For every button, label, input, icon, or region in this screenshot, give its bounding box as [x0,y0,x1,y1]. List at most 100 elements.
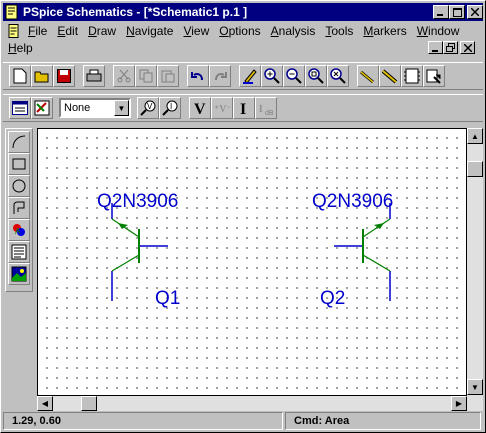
undo-icon [191,72,203,81]
text-box-button[interactable] [8,241,30,263]
current-probe-icon: I [162,100,178,116]
menu-label: ptions [228,23,261,38]
menu-navigate[interactable]: Navigate [121,24,178,38]
symbol-edit-icon [34,100,50,116]
save-disk-icon [57,69,71,83]
scroll-down-button[interactable]: ▼ [467,379,483,395]
transistor-q2[interactable]: Q2N3906 Q2 [312,191,393,309]
transistor-q1[interactable]: Q2N3906 Q1 [97,191,180,309]
window-title: PSpice Schematics - [*Schematic1 p.1 ] [23,5,248,19]
zoom-out-button[interactable] [283,65,305,87]
image-button[interactable] [8,263,30,285]
arrow-down-icon: ▼ [471,382,479,392]
menu-accelerator: D [88,23,97,38]
block-icon [404,68,420,84]
scroll-up-button[interactable]: ▲ [467,128,483,144]
emitter-lead [362,218,391,238]
mdi-restore-button[interactable] [443,41,458,54]
copy-icon [139,69,153,83]
minimize-button[interactable] [433,5,449,19]
zoom-in-icon [264,68,280,84]
menu-accelerator: W [416,23,429,38]
attributes-icon [12,101,28,115]
db-marker-button[interactable]: IdB [255,97,277,119]
svg-text:I: I [259,103,263,115]
menu-accelerator: O [219,23,229,38]
scroll-right-button[interactable]: ▶ [451,396,467,411]
draw-block-button[interactable] [401,65,423,87]
copy-button[interactable] [135,65,157,87]
mdi-close-button[interactable] [460,41,475,54]
status-coordinates: 1.29, 0.60 [3,412,283,430]
draw-bus-button[interactable] [379,65,401,87]
menu-markers[interactable]: Markers [358,24,411,38]
close-button[interactable] [467,5,483,19]
vertical-scrollbar[interactable]: ▲ ▼ [467,128,483,411]
part-ref-label: Q2 [320,288,345,309]
undo-button[interactable] [187,65,209,87]
horizontal-scroll-thumb[interactable] [81,396,97,411]
redraw-button[interactable] [239,65,261,87]
minimize-icon [431,49,438,52]
current-marker-button[interactable]: I [233,97,255,119]
menu-help[interactable]: Help [3,41,38,55]
arrow-up-icon: ▲ [471,131,479,141]
menu-analysis[interactable]: Analysis [266,24,321,38]
draw-box-button[interactable] [8,153,30,175]
printer-icon [86,69,102,82]
scroll-left-button[interactable]: ◀ [37,396,53,411]
voltage-probe-button[interactable]: V [137,97,159,119]
vertical-scroll-thumb[interactable] [467,161,483,177]
level-select[interactable]: None ▼ [59,98,131,118]
db-marker-icon: IdB [259,103,274,116]
get-part-button[interactable] [423,65,445,87]
chevron-down-icon[interactable]: ▼ [114,100,129,116]
draw-polyline-button[interactable] [8,197,30,219]
pspice-app-icon[interactable] [4,4,20,20]
horizontal-scrollbar[interactable]: ◀ ▶ [37,396,467,411]
svg-text:I: I [170,102,172,111]
emitter-lead [111,218,140,238]
zoom-area-button[interactable] [305,65,327,87]
svg-text:I: I [240,101,246,116]
zoom-in-button[interactable] [261,65,283,87]
title-bar: PSpice Schematics - [*Schematic1 p.1 ] [3,3,483,21]
save-button[interactable] [53,65,75,87]
menu-edit[interactable]: Edit [52,24,83,38]
edit-attributes-button[interactable] [9,97,31,119]
menu-label: raw [96,23,117,38]
print-button[interactable] [83,65,105,87]
menu-label: ools [331,23,354,38]
svg-text:V: V [194,101,206,116]
new-file-icon [13,68,27,84]
menu-accelerator: N [126,23,135,38]
menu-window[interactable]: Window [412,24,465,38]
part-model-label: Q2N3906 [97,191,178,212]
current-probe-button[interactable]: I [159,97,181,119]
menu-draw[interactable]: Draw [83,24,121,38]
cut-button[interactable] [113,65,135,87]
menu-file[interactable]: File [23,24,52,38]
mdi-minimize-button[interactable] [428,41,443,54]
differential-marker-button[interactable]: ⁺V⁻ [211,97,233,119]
insert-picture-button[interactable]: A [8,219,30,241]
zoom-fit-button[interactable] [327,65,349,87]
draw-wire-button[interactable] [357,65,379,87]
menu-view[interactable]: View [178,24,214,38]
menu-label: arkers [373,23,407,38]
edit-symbol-button[interactable] [31,97,53,119]
draw-arc-button[interactable] [8,131,30,153]
schematic-canvas[interactable]: Q2N3906 Q1 Q2N3906 Q2 [37,128,467,396]
draw-circle-button[interactable] [8,175,30,197]
redo-button[interactable] [209,65,231,87]
document-icon[interactable] [7,23,21,38]
new-button[interactable] [9,65,31,87]
voltage-marker-button[interactable]: V [189,97,211,119]
open-button[interactable] [31,65,53,87]
menu-options[interactable]: Options [214,24,265,38]
menu-tools[interactable]: Tools [320,24,358,38]
maximize-button[interactable] [449,5,465,19]
menu-bar: File Edit Draw Navigate View Options Analysis T… [3,22,483,56]
paste-button[interactable] [157,65,179,87]
box-icon [12,158,26,170]
